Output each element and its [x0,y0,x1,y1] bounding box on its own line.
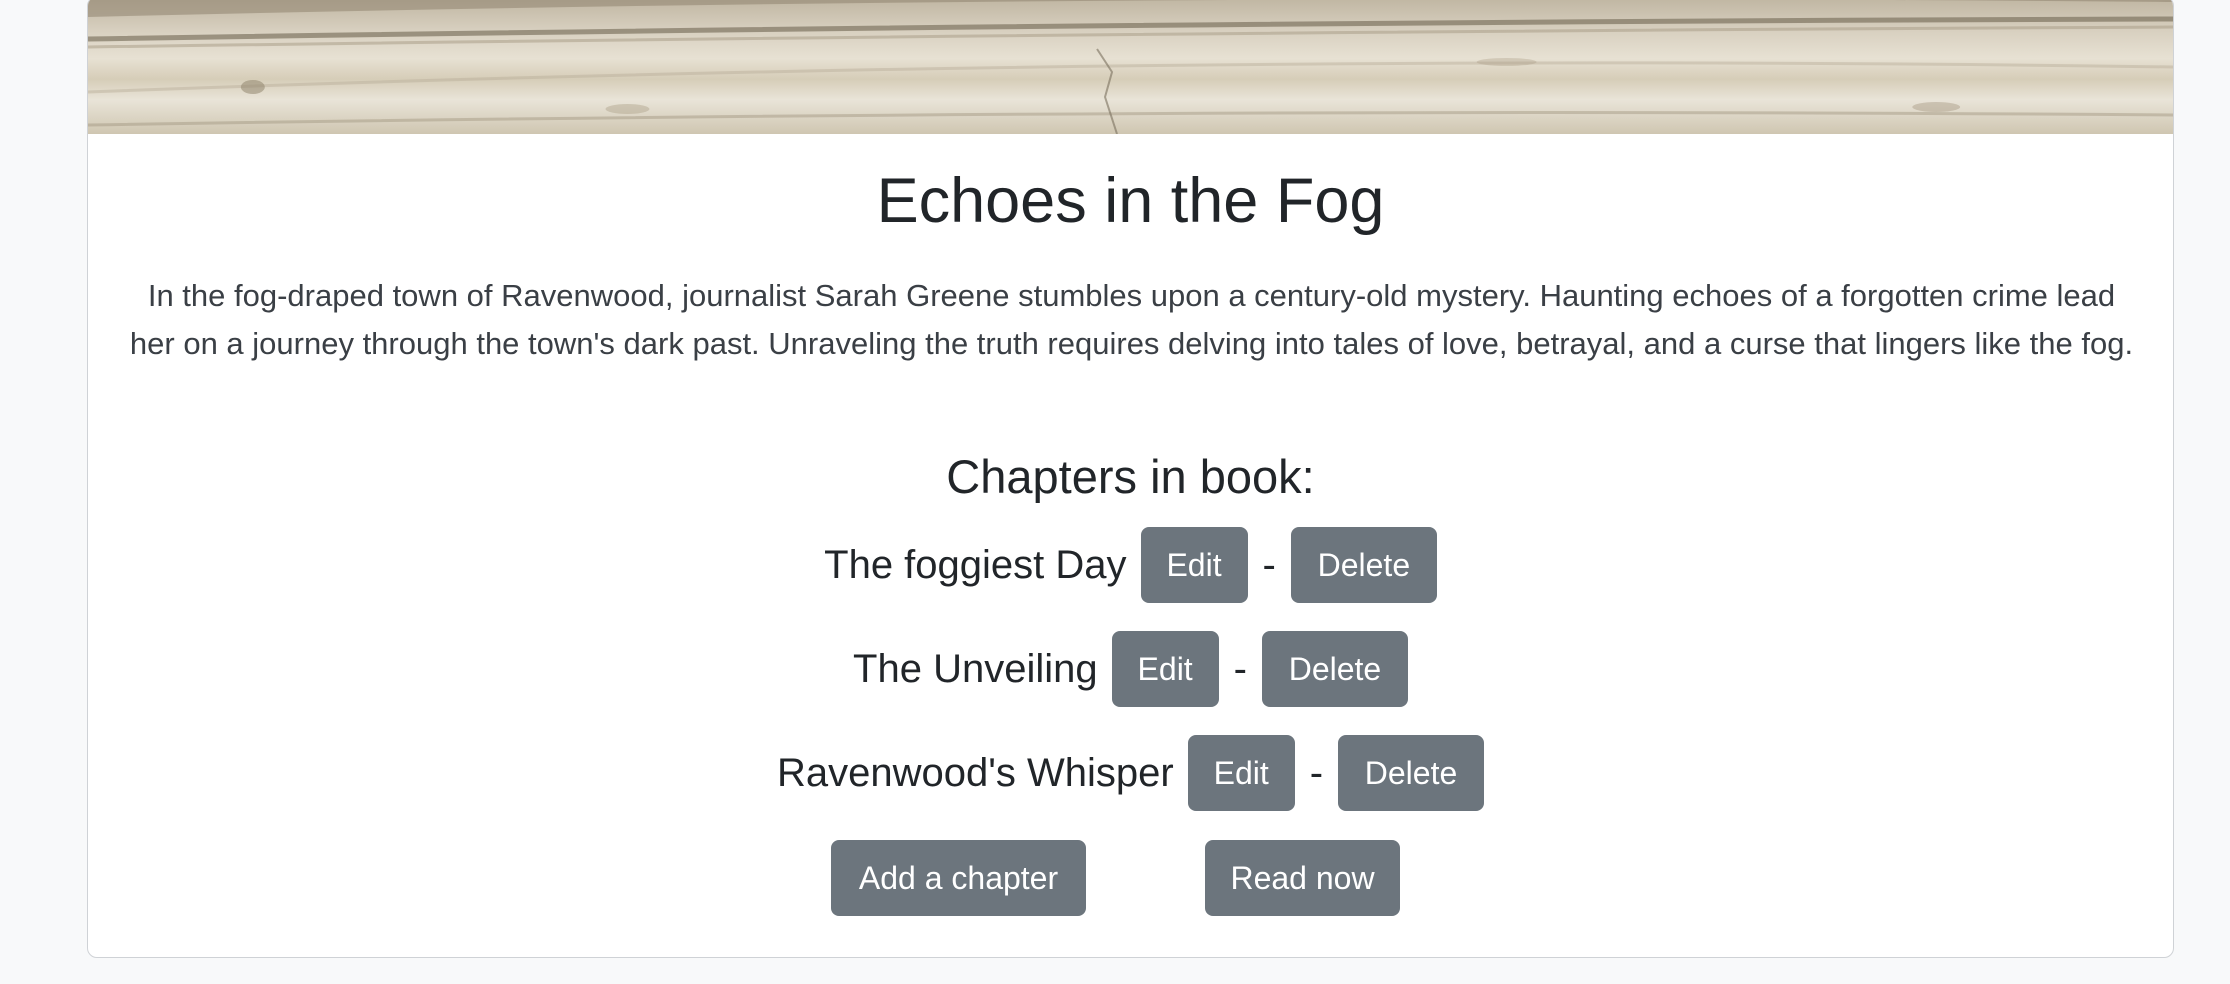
chapter-title: Ravenwood's Whisper [776,750,1174,795]
chapter-title: The Unveiling [853,646,1098,691]
delete-chapter-button[interactable]: Delete [1338,735,1485,811]
cover-stone-texture [88,0,2173,134]
edit-chapter-button[interactable]: Edit [1111,631,1219,707]
book-description: In the fog-draped town of Ravenwood, jou… [129,278,2134,361]
delete-chapter-button[interactable]: Delete [1261,631,1408,707]
separator: - [1233,646,1247,691]
separator: - [1309,750,1324,795]
actions-row: Add a chapter Read now [88,840,2173,916]
add-chapter-button[interactable]: Add a chapter [831,840,1086,916]
chapters-heading: Chapters in book: [946,450,1315,503]
edit-chapter-button[interactable]: Edit [1187,735,1295,811]
chapter-row: The Unveiling Edit - Delete [88,631,2173,707]
book-card: Echoes in the Fog In the fog-draped town… [87,0,2174,958]
book-cover-image [88,0,2173,134]
edit-chapter-button[interactable]: Edit [1140,527,1248,603]
book-title: Echoes in the Fog [876,166,1385,236]
chapter-title: The foggiest Day [824,542,1127,587]
separator: - [1262,542,1276,587]
chapter-row: The foggiest Day Edit - Delete [88,527,2173,603]
delete-chapter-button[interactable]: Delete [1290,527,1437,603]
read-now-button[interactable]: Read now [1205,840,1400,916]
chapter-row: Ravenwood's Whisper Edit - Delete [88,735,2173,811]
